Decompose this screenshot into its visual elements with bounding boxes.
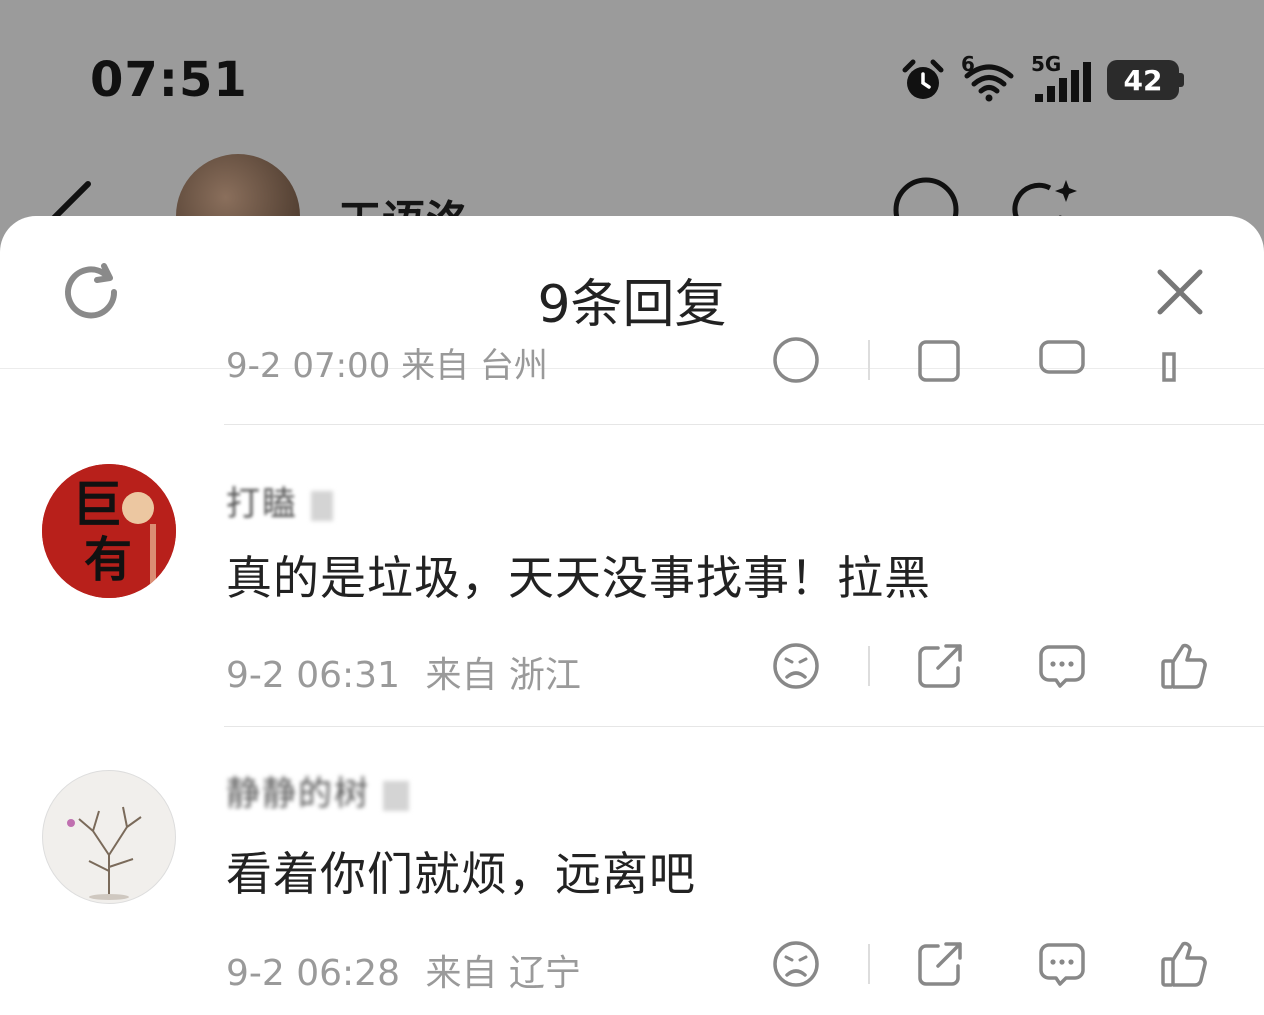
sheet-header: 9条回复 9-2 07:00 来自 台州	[0, 216, 1264, 386]
comment-meta: 9-2 06:28 来自 辽宁	[226, 944, 581, 996]
wifi-icon: 6	[961, 52, 1017, 104]
like-icon[interactable]	[1160, 336, 1208, 384]
svg-text:巨: 巨	[72, 476, 122, 534]
partial-actions	[772, 336, 1208, 384]
close-icon[interactable]	[1154, 266, 1206, 318]
battery-icon: 42	[1107, 60, 1184, 100]
avatar[interactable]	[42, 770, 176, 904]
svg-text:有: 有	[84, 532, 132, 588]
clock: 07:51	[90, 52, 248, 108]
dislike-icon[interactable]	[772, 642, 820, 690]
partial-comment-meta: 9-2 07:00 来自 台州	[226, 336, 1208, 386]
share-icon[interactable]	[916, 336, 964, 384]
like-icon[interactable]	[1160, 940, 1208, 988]
status-icons: 6 5G 42	[899, 52, 1184, 104]
comment-text: 看着你们就烦，远离吧	[226, 847, 696, 901]
share-icon[interactable]	[916, 642, 964, 690]
alarm-icon	[902, 59, 944, 99]
comment-item: 静静的树 看着你们就烦，远离吧 9-2 06:28 来自 辽宁	[0, 726, 1264, 1015]
share-icon[interactable]	[916, 940, 964, 988]
comment-time: 9-2 06:31	[226, 655, 400, 696]
battery-level: 42	[1107, 60, 1179, 100]
comment-location: 来自 辽宁	[425, 953, 581, 994]
comment-icon[interactable]	[1038, 642, 1086, 690]
partial-meta-text: 9-2 07:00 来自 台州	[226, 346, 548, 386]
comment-icon[interactable]	[1038, 336, 1086, 384]
comment-actions	[772, 940, 1208, 988]
signal-icon: 5G	[1031, 52, 1093, 104]
comment-text: 真的是垃圾，天天没事找事！拉黑	[226, 551, 931, 605]
comment-item: 巨 有 打瞌 真的是垃圾，天天没事找事！拉黑 9-2 06:31 来自 浙江	[0, 424, 1264, 726]
network-label: 5G	[1031, 52, 1062, 76]
avatar[interactable]: 巨 有	[42, 464, 176, 598]
comment-meta: 9-2 06:31 来自 浙江	[226, 646, 581, 698]
username[interactable]: 打瞌	[226, 476, 333, 525]
comment-actions	[772, 642, 1208, 690]
comment-location: 来自 浙江	[425, 655, 581, 696]
avatar-branch-icon	[67, 806, 142, 900]
replies-sheet: 9条回复 9-2 07:00 来自 台州 巨 有 打瞌 真的是垃圾，天天没事找事…	[0, 216, 1264, 1015]
dislike-icon[interactable]	[772, 940, 820, 988]
comment-time: 9-2 06:28	[226, 953, 400, 994]
wifi-label: 6	[961, 52, 975, 76]
avatar-artwork-icon: 巨 有	[42, 464, 176, 598]
sheet-title: 9条回复	[537, 275, 727, 335]
dislike-icon[interactable]	[772, 336, 820, 384]
like-icon[interactable]	[1160, 642, 1208, 690]
status-bar: 07:51 6 5G 42	[0, 0, 1264, 150]
username[interactable]: 静静的树	[226, 766, 409, 815]
comment-icon[interactable]	[1038, 940, 1086, 988]
